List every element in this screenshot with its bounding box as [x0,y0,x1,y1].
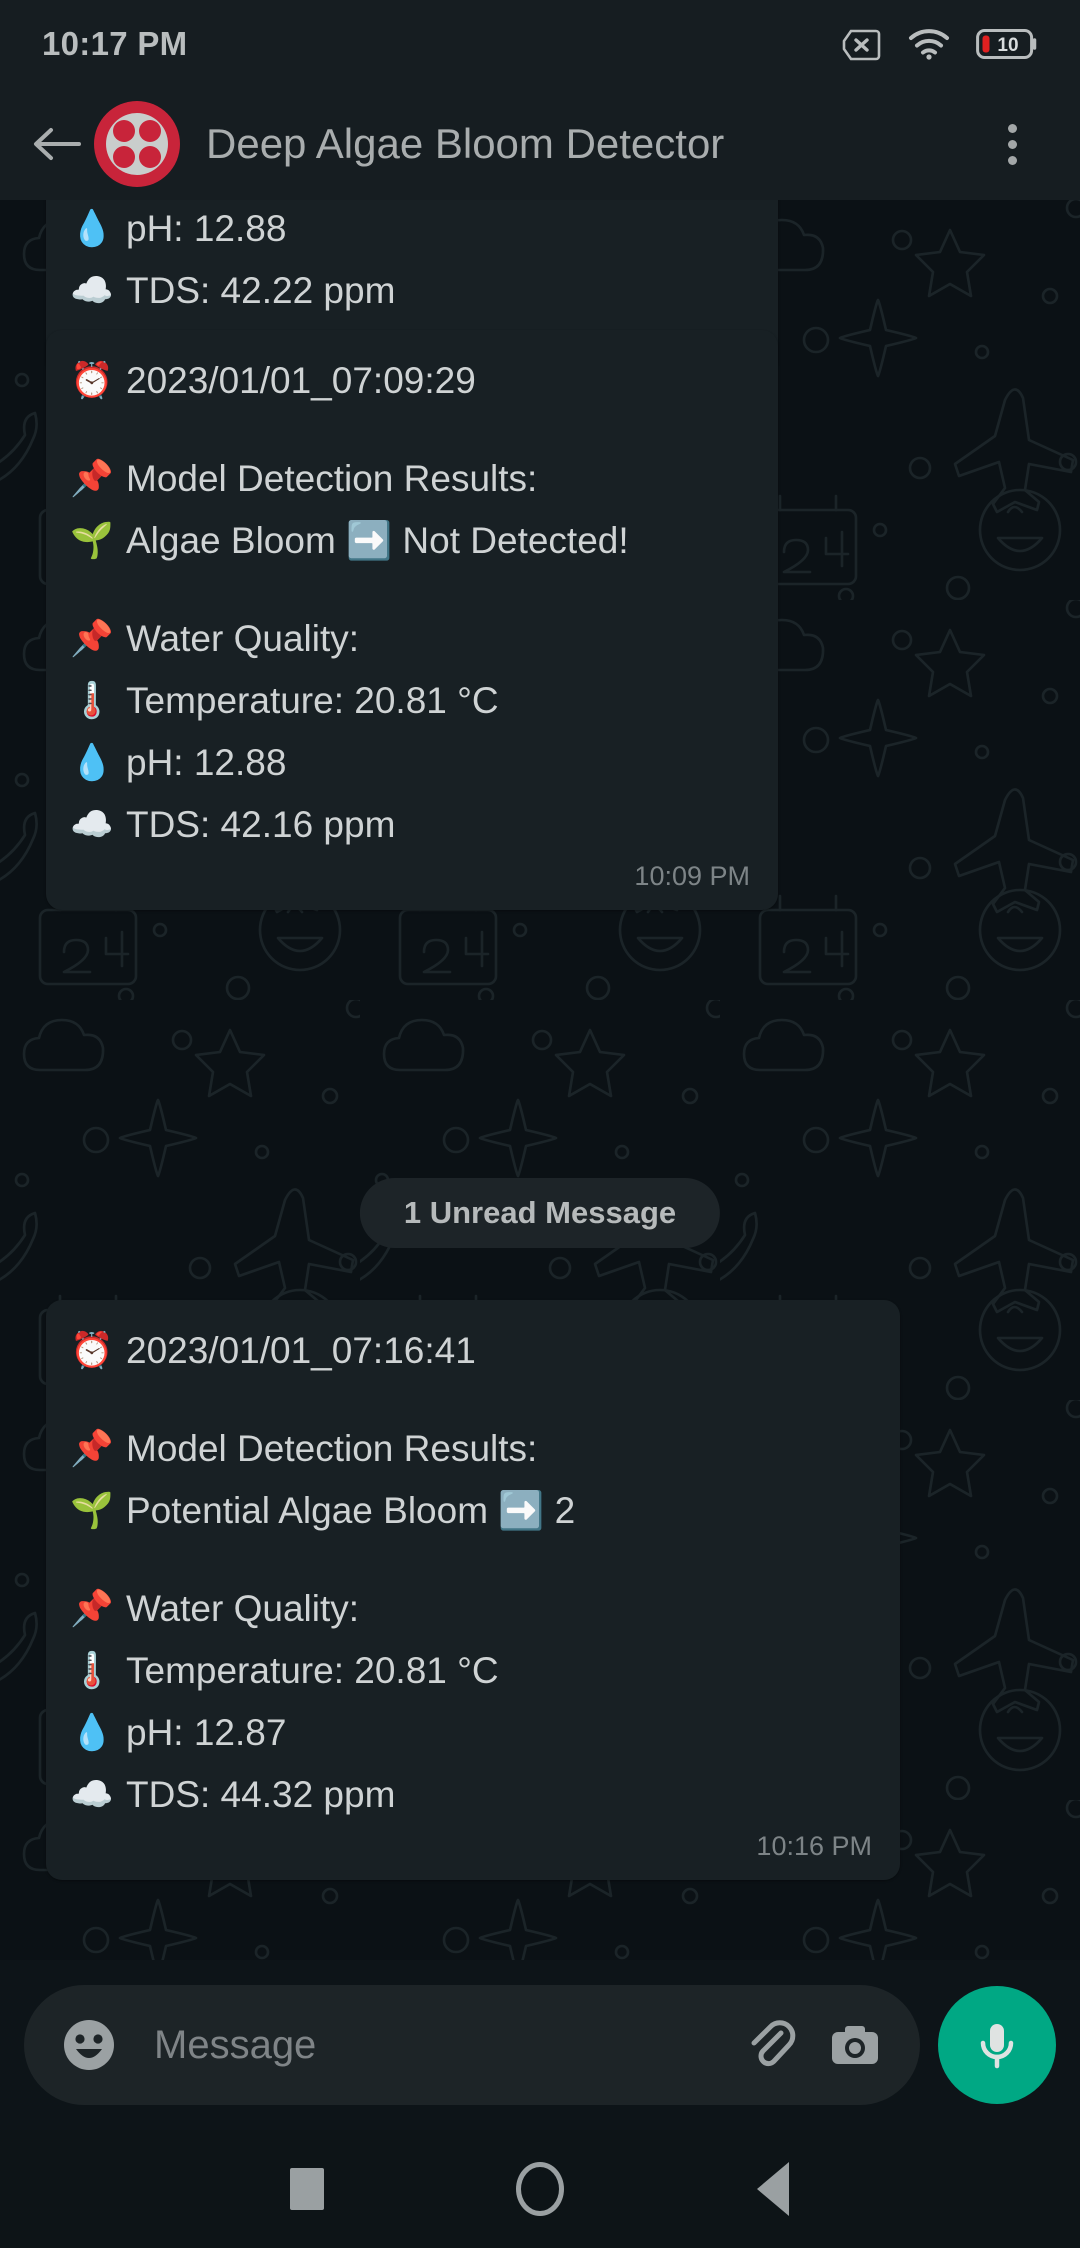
line-spacer [70,412,750,448]
message-list: 🌡️ Temperature: 20.75 °C 💧 pH: 12.88 ☁️ … [0,200,1080,1960]
back-arrow-icon[interactable] [28,115,86,173]
no-sim-icon [842,29,882,59]
attachment-icon[interactable] [740,2014,802,2076]
message-text: pH: 12.88 [126,200,286,260]
line-spacer [70,1382,872,1418]
chat-scroll-area[interactable]: 🌡️ Temperature: 20.75 °C 💧 pH: 12.88 ☁️ … [0,200,1080,1960]
droplet-icon: 💧 [70,732,112,794]
line-spacer [70,572,750,608]
emoji-icon[interactable] [58,2014,120,2076]
message-text: TDS: 42.16 ppm [126,794,395,856]
droplet-icon: 💧 [70,1702,112,1764]
status-icon-group: 10 [842,28,1038,60]
battery-icon: 10 [976,28,1038,60]
cloud-icon: ☁️ [70,1764,112,1826]
message-text: 2023/01/01_07:09:29 [126,350,476,412]
recents-button[interactable] [262,2144,352,2234]
pushpin-icon: 📌 [70,1578,112,1640]
message-line: 📌 Model Detection Results: [70,1418,872,1480]
message-text: TDS: 42.22 ppm [126,260,395,322]
alarm-clock-icon: ⏰ [70,350,112,412]
message-text: TDS: 44.32 ppm [126,1764,395,1826]
message-line: 🌡️ Temperature: 20.81 °C [70,1640,872,1702]
status-clock: 10:17 PM [42,25,187,63]
avatar-dot [139,146,161,168]
message-input[interactable]: Message [154,2023,718,2068]
status-bar: 10:17 PM 10 [0,0,1080,88]
app-bar: Deep Algae Bloom Detector [0,88,1080,200]
message-line: 🌱 Potential Algae Bloom ➡️ 2 [70,1480,872,1542]
seedling-icon: 🌱 [70,510,112,572]
thermometer-icon: 🌡️ [70,1640,112,1702]
page-title[interactable]: Deep Algae Bloom Detector [206,120,982,168]
back-button[interactable] [728,2144,818,2234]
message-timestamp: 10:09 PM [70,860,750,892]
camera-icon[interactable] [824,2014,886,2076]
message-bubble[interactable]: ⏰ 2023/01/01_07:09:29 📌 Model Detection … [46,330,778,910]
message-text: Algae Bloom ➡️ Not Detected! [126,510,629,572]
message-line: ⏰ 2023/01/01_07:16:41 [70,1320,872,1382]
message-line: 📌 Model Detection Results: [70,448,750,510]
thermometer-icon: 🌡️ [70,670,112,732]
avatar-dot [139,120,161,142]
message-line: 💧 pH: 12.88 [70,200,750,260]
message-text: Temperature: 20.81 °C [126,670,499,732]
message-text: Water Quality: [126,608,359,670]
message-line: ⏰ 2023/01/01_07:09:29 [70,350,750,412]
svg-text:10: 10 [997,35,1018,56]
message-text: Model Detection Results: [126,1418,537,1480]
avatar-dot [113,146,135,168]
message-text: Potential Algae Bloom ➡️ 2 [126,1480,575,1542]
wifi-icon [908,28,950,60]
message-line: 🌡️ Temperature: 20.81 °C [70,670,750,732]
message-line: ☁️ TDS: 44.32 ppm [70,1764,872,1826]
avatar-inner [106,113,168,175]
composer-bar: Message [0,1960,1080,2130]
overflow-menu-icon[interactable] [982,114,1042,174]
message-text: 2023/01/01_07:16:41 [126,1320,476,1382]
message-line: ☁️ TDS: 42.22 ppm [70,260,750,322]
message-line: 📌 Water Quality: [70,1578,872,1640]
composer-field-wrapper[interactable]: Message [24,1985,920,2105]
seedling-icon: 🌱 [70,1480,112,1542]
square-icon [290,2168,324,2210]
droplet-icon: 💧 [70,200,112,260]
cloud-icon: ☁️ [70,794,112,856]
kebab-dot [1008,156,1017,165]
message-text: Model Detection Results: [126,448,537,510]
unread-divider[interactable]: 1 Unread Message [360,1178,720,1248]
cloud-icon: ☁️ [70,260,112,322]
pushpin-icon: 📌 [70,448,112,510]
phone-screen: 10:17 PM 10 [0,0,1080,2248]
message-line: 📌 Water Quality: [70,608,750,670]
kebab-dot [1008,124,1017,133]
message-text: Water Quality: [126,1578,359,1640]
kebab-dot [1008,140,1017,149]
message-line: ☁️ TDS: 42.16 ppm [70,794,750,856]
home-button[interactable] [495,2144,585,2234]
avatar-dot [113,120,135,142]
message-line: 💧 pH: 12.88 [70,732,750,794]
message-line: 🌱 Algae Bloom ➡️ Not Detected! [70,510,750,572]
line-spacer [70,1542,872,1578]
message-line: 💧 pH: 12.87 [70,1702,872,1764]
alarm-clock-icon: ⏰ [70,1320,112,1382]
message-text: Temperature: 20.81 °C [126,1640,499,1702]
voice-message-button[interactable] [938,1986,1056,2104]
circle-icon [516,2162,564,2216]
message-text: pH: 12.87 [126,1702,286,1764]
contact-avatar[interactable] [94,101,180,187]
message-bubble[interactable]: ⏰ 2023/01/01_07:16:41 📌 Model Detection … [46,1300,900,1880]
pushpin-icon: 📌 [70,1418,112,1480]
pushpin-icon: 📌 [70,608,112,670]
system-navigation-bar [0,2130,1080,2248]
message-timestamp: 10:16 PM [70,1830,872,1862]
message-text: pH: 12.88 [126,732,286,794]
triangle-left-icon [757,2162,789,2216]
